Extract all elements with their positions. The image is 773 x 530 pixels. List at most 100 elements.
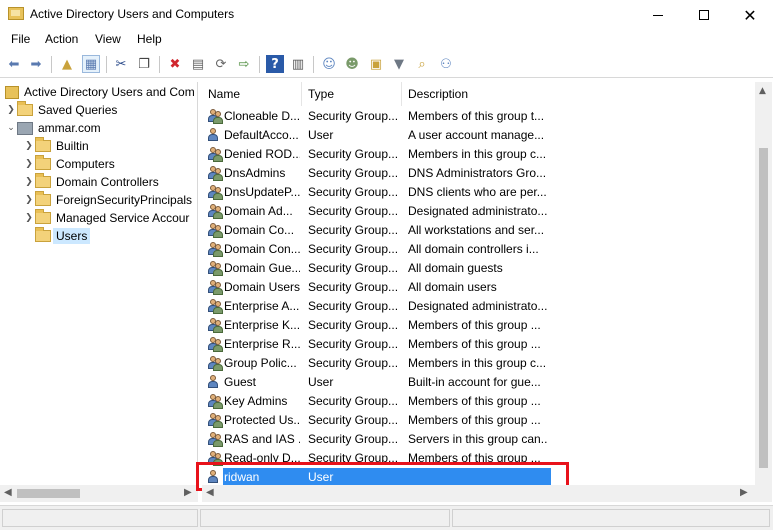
create-ou-icon[interactable]: ▣ (367, 55, 385, 73)
table-row[interactable]: DnsUpdateP... Security Group... DNS client… (202, 183, 755, 202)
cell-type: Security Group... (308, 280, 399, 294)
folder-icon (35, 227, 51, 242)
cell-description: DNS clients who are per... (408, 185, 547, 199)
column-header-type[interactable]: Type (302, 82, 402, 106)
column-header-name[interactable]: Name (202, 82, 302, 106)
scroll-left-icon[interactable]: ◀ (206, 487, 214, 498)
tree-item-users[interactable]: Users (23, 227, 91, 245)
cell-type: Security Group... (308, 337, 399, 351)
list-horizontal-scrollbar[interactable]: ◀ ▶ (202, 485, 755, 502)
table-row[interactable]: Domain Co... Security Group... All worksta… (202, 221, 755, 240)
column-header-description[interactable]: Description (402, 82, 552, 106)
table-row[interactable]: Protected Us... Security Group... Members … (202, 411, 755, 430)
cell-description: Designated administrato... (408, 299, 548, 313)
table-row[interactable]: Domain Con... Security Group... All domain… (202, 240, 755, 259)
scroll-right-icon[interactable]: ▶ (184, 487, 192, 498)
cell-type: Security Group... (308, 204, 399, 218)
chevron-right-icon[interactable]: ❯ (23, 141, 35, 151)
minimize-button[interactable] (635, 0, 681, 30)
cell-description: Members of this group ... (408, 413, 541, 427)
create-user-icon[interactable]: ☺ (320, 55, 338, 73)
delete-icon[interactable]: ✖ (166, 55, 184, 73)
copy-icon[interactable]: ❐ (135, 55, 153, 73)
toolbar-separator (159, 56, 160, 73)
scroll-right-icon[interactable]: ▶ (740, 487, 748, 498)
group-icon (207, 260, 223, 276)
folder-icon (35, 137, 51, 152)
tree-horizontal-scrollbar[interactable]: ◀ ▶ (0, 485, 198, 502)
maximize-button[interactable] (681, 0, 727, 30)
cell-name: Denied ROD... (224, 147, 300, 161)
tree-item-computers[interactable]: ❯ Computers (23, 155, 115, 173)
list-vertical-scrollbar[interactable]: ▲ (755, 82, 772, 502)
cell-name: Enterprise R... (224, 337, 300, 351)
chevron-down-icon[interactable]: ⌄ (5, 123, 17, 133)
show-action-pane-icon[interactable]: ▥ (289, 55, 307, 73)
refresh-icon[interactable]: ⟳ (212, 55, 230, 73)
add-to-group-icon[interactable]: ⚇ (437, 55, 455, 73)
group-icon (207, 393, 223, 409)
close-button[interactable]: ✕ (727, 0, 773, 30)
show-console-tree-icon[interactable]: ▦ (82, 55, 100, 73)
tree-item-saved-queries[interactable]: ❯ Saved Queries (5, 101, 117, 119)
cell-description: All domain guests (408, 261, 503, 275)
scroll-thumb[interactable] (759, 148, 768, 468)
table-row[interactable]: Guest User Built-in account for gue... (202, 373, 755, 392)
tree-item-label: Builtin (56, 139, 89, 153)
group-icon (207, 108, 223, 124)
cell-description: Built-in account for gue... (408, 375, 541, 389)
filter-icon[interactable]: ▼ (390, 55, 408, 73)
domain-icon (17, 121, 33, 135)
forward-icon[interactable]: ➡ (27, 55, 45, 73)
toolbar-separator (51, 56, 52, 73)
table-row[interactable]: Domain Users Security Group... All domain … (202, 278, 755, 297)
menu-file[interactable]: File (9, 32, 32, 46)
back-icon[interactable]: ⬅ (5, 55, 23, 73)
menu-action[interactable]: Action (43, 32, 80, 46)
table-row[interactable]: Group Polic... Security Group... Members i… (202, 354, 755, 373)
menu-view[interactable]: View (93, 32, 123, 46)
cell-name: DnsUpdateP... (224, 185, 300, 199)
cell-type: Security Group... (308, 261, 399, 275)
table-row[interactable]: RAS and IAS ... Security Group... Servers … (202, 430, 755, 449)
cell-description: DNS Administrators Gro... (408, 166, 547, 180)
table-row[interactable]: DnsAdmins Security Group... DNS Administra… (202, 164, 755, 183)
cut-icon[interactable]: ✂ (112, 55, 130, 73)
export-list-icon[interactable]: ⇨ (235, 55, 253, 73)
up-folder-icon[interactable]: ▲ (58, 55, 76, 73)
table-row[interactable]: Cloneable D... Security Group... Members o… (202, 107, 755, 126)
tree-item-label: ForeignSecurityPrincipals (56, 193, 193, 207)
table-row[interactable]: Enterprise A... Security Group... Designat… (202, 297, 755, 316)
table-row[interactable]: Enterprise R... Security Group... Members … (202, 335, 755, 354)
tree-item-builtin[interactable]: ❯ Builtin (23, 137, 89, 155)
scroll-left-icon[interactable]: ◀ (4, 487, 12, 498)
menu-help[interactable]: Help (135, 32, 164, 46)
scroll-thumb[interactable] (17, 489, 80, 498)
table-row[interactable]: Denied ROD... Security Group... Members in… (202, 145, 755, 164)
tree-root[interactable]: Active Directory Users and Com (5, 83, 195, 101)
chevron-right-icon[interactable]: ❯ (5, 105, 17, 115)
cell-name: DefaultAcco... (224, 128, 299, 142)
tree-item-domain[interactable]: ⌄ ammar.com (5, 119, 100, 137)
table-row[interactable]: Enterprise K... Security Group... Members … (202, 316, 755, 335)
group-icon (207, 336, 223, 352)
folder-icon (35, 155, 51, 170)
chevron-right-icon[interactable]: ❯ (23, 195, 35, 205)
cell-type: Security Group... (308, 185, 399, 199)
table-row[interactable]: Domain Ad... Security Group... Designated … (202, 202, 755, 221)
chevron-right-icon[interactable]: ❯ (23, 177, 35, 187)
tree-item-domain-controllers[interactable]: ❯ Domain Controllers (23, 173, 159, 191)
find-icon[interactable]: ⌕ (413, 55, 431, 73)
minimize-icon (653, 14, 663, 16)
tree-item-foreign-security-principals[interactable]: ❯ ForeignSecurityPrincipals (23, 191, 192, 209)
chevron-right-icon[interactable]: ❯ (23, 213, 35, 223)
tree-item-managed-service-accounts[interactable]: ❯ Managed Service Accour (23, 209, 189, 227)
table-row[interactable]: Key Admins Security Group... Members of th… (202, 392, 755, 411)
create-group-icon[interactable]: ☻ (343, 55, 361, 73)
table-row[interactable]: DefaultAcco... User A user account manage.… (202, 126, 755, 145)
help-icon[interactable]: ? (266, 55, 284, 73)
chevron-right-icon[interactable]: ❯ (23, 159, 35, 169)
table-row[interactable]: Domain Gue... Security Group... All domain… (202, 259, 755, 278)
properties-icon[interactable]: ▤ (189, 55, 207, 73)
scroll-up-icon[interactable]: ▲ (759, 86, 766, 96)
